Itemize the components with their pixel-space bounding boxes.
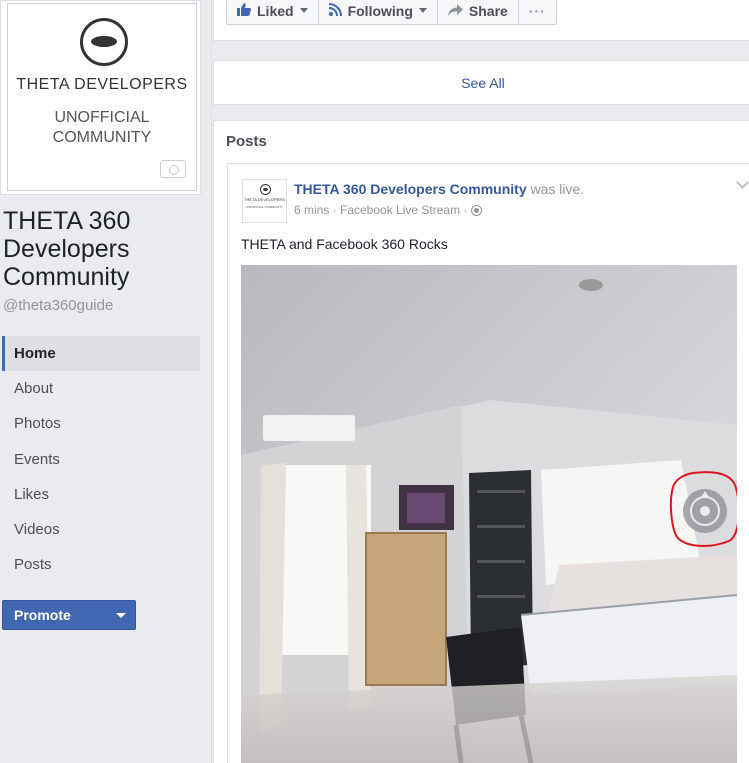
post-meta: 6 mins · Facebook Live Stream · — [294, 203, 483, 217]
posts-section: Posts THETA DEVELOPERS UNOFFICIAL COMMUN… — [213, 120, 749, 763]
chevron-down-icon — [299, 8, 308, 13]
promote-label: Promote — [14, 607, 71, 623]
rss-icon — [328, 2, 342, 19]
promote-button[interactable]: Promote — [2, 600, 136, 630]
video-frame — [241, 265, 737, 763]
nav-item-posts[interactable]: Posts — [2, 547, 200, 582]
page-handle[interactable]: @theta360guide — [3, 297, 113, 314]
chevron-down-icon[interactable] — [736, 176, 749, 189]
avatar[interactable]: THETA DEVELOPERS UNOFFICIAL COMMUNITY — [242, 179, 287, 223]
nav-item-likes[interactable]: Likes — [2, 477, 200, 512]
liked-label: Liked — [257, 2, 294, 19]
chevron-down-icon[interactable] — [116, 613, 126, 618]
following-button[interactable]: Following — [319, 0, 438, 24]
nav-item-home[interactable]: Home — [2, 336, 200, 372]
post: THETA DEVELOPERS UNOFFICIAL COMMUNITY TH… — [227, 163, 749, 763]
following-label: Following — [347, 2, 413, 19]
see-all-card: See All — [213, 60, 749, 105]
camera-icon[interactable] — [160, 160, 186, 178]
nav-item-events[interactable]: Events — [2, 442, 200, 477]
logo-title: THETA DEVELOPERS — [16, 76, 188, 93]
chevron-down-icon — [418, 8, 427, 13]
share-icon — [447, 3, 463, 19]
profile-logo: THETA DEVELOPERS UNOFFICIAL COMMUNITY — [7, 3, 197, 191]
like-icon — [237, 2, 251, 19]
page-actions: Liked Following Share ··· — [226, 0, 557, 25]
360-view-icon[interactable] — [683, 489, 727, 533]
theta-logo-icon — [80, 18, 128, 66]
nav-item-photos[interactable]: Photos — [2, 406, 200, 441]
column-divider — [211, 0, 212, 763]
page-nav: Home About Photos Events Likes Videos Po… — [2, 336, 200, 582]
more-icon: ··· — [528, 2, 546, 19]
logo-subtitle: UNOFFICIAL COMMUNITY — [52, 109, 152, 146]
post-author-link[interactable]: THETA 360 Developers Community — [294, 181, 527, 197]
page-title[interactable]: THETA 360 Developers Community — [3, 207, 203, 291]
liked-button[interactable]: Liked — [227, 0, 319, 24]
nav-item-videos[interactable]: Videos — [2, 512, 200, 547]
avatar-title: THETA DEVELOPERS — [244, 197, 285, 202]
nav-item-about[interactable]: About — [2, 371, 200, 406]
post-header: THETA 360 Developers Community was live. — [294, 181, 584, 197]
theta-logo-icon — [260, 184, 271, 195]
share-label: Share — [468, 2, 508, 19]
share-button[interactable]: Share — [438, 0, 519, 24]
post-text: THETA and Facebook 360 Rocks — [241, 236, 448, 252]
see-all-link[interactable]: See All — [214, 75, 749, 91]
more-button[interactable]: ··· — [519, 0, 556, 24]
globe-icon[interactable] — [471, 204, 483, 216]
post-timestamp[interactable]: 6 mins · Facebook Live Stream · — [294, 203, 467, 217]
avatar-subtitle: UNOFFICIAL COMMUNITY — [245, 205, 284, 209]
video-player[interactable] — [241, 265, 737, 763]
posts-heading: Posts — [226, 133, 267, 150]
profile-picture[interactable]: THETA DEVELOPERS UNOFFICIAL COMMUNITY — [0, 0, 201, 195]
post-status: was live. — [526, 181, 585, 197]
